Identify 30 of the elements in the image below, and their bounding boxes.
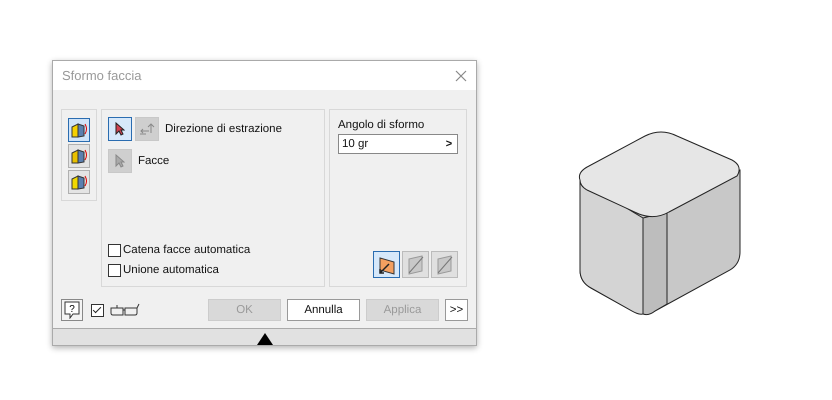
flip-arrows-icon [139, 122, 155, 136]
cursor-icon [115, 122, 125, 136]
angle-label: Angolo di sformo [338, 119, 426, 131]
plane-icon [434, 254, 454, 274]
plane-arrow-icon [376, 254, 396, 274]
draft-type-button[interactable] [68, 170, 90, 194]
dialog-button[interactable]: >> [445, 299, 468, 321]
part-icon [70, 121, 88, 139]
part-icon [70, 147, 88, 165]
glasses-icon [110, 303, 140, 317]
checkbox[interactable] [91, 304, 104, 316]
draft-type-button[interactable] [68, 118, 90, 142]
selector-label: Facce [138, 155, 170, 167]
select-button[interactable] [108, 117, 132, 141]
direction-button[interactable] [373, 251, 400, 278]
cursor-icon [115, 154, 125, 168]
arrow-button[interactable]: > [441, 138, 457, 150]
checkbox-label: Unione automatica [123, 264, 219, 276]
plane-icon [406, 254, 426, 274]
angle-field[interactable]: 10 gr > [338, 134, 458, 154]
window-title: Sformo faccia [62, 68, 142, 83]
close-icon[interactable] [455, 70, 467, 82]
checkbox[interactable] [108, 244, 121, 256]
draft-type-button[interactable] [68, 144, 90, 168]
selector-label: Direzione di estrazione [165, 123, 282, 135]
part-icon [70, 173, 88, 191]
collapse-arrow-icon[interactable] [256, 333, 272, 345]
dialog-button[interactable]: Annulla [287, 299, 360, 321]
checkbox[interactable] [108, 264, 121, 276]
checkbox-label: Catena facce automatica [123, 244, 250, 256]
